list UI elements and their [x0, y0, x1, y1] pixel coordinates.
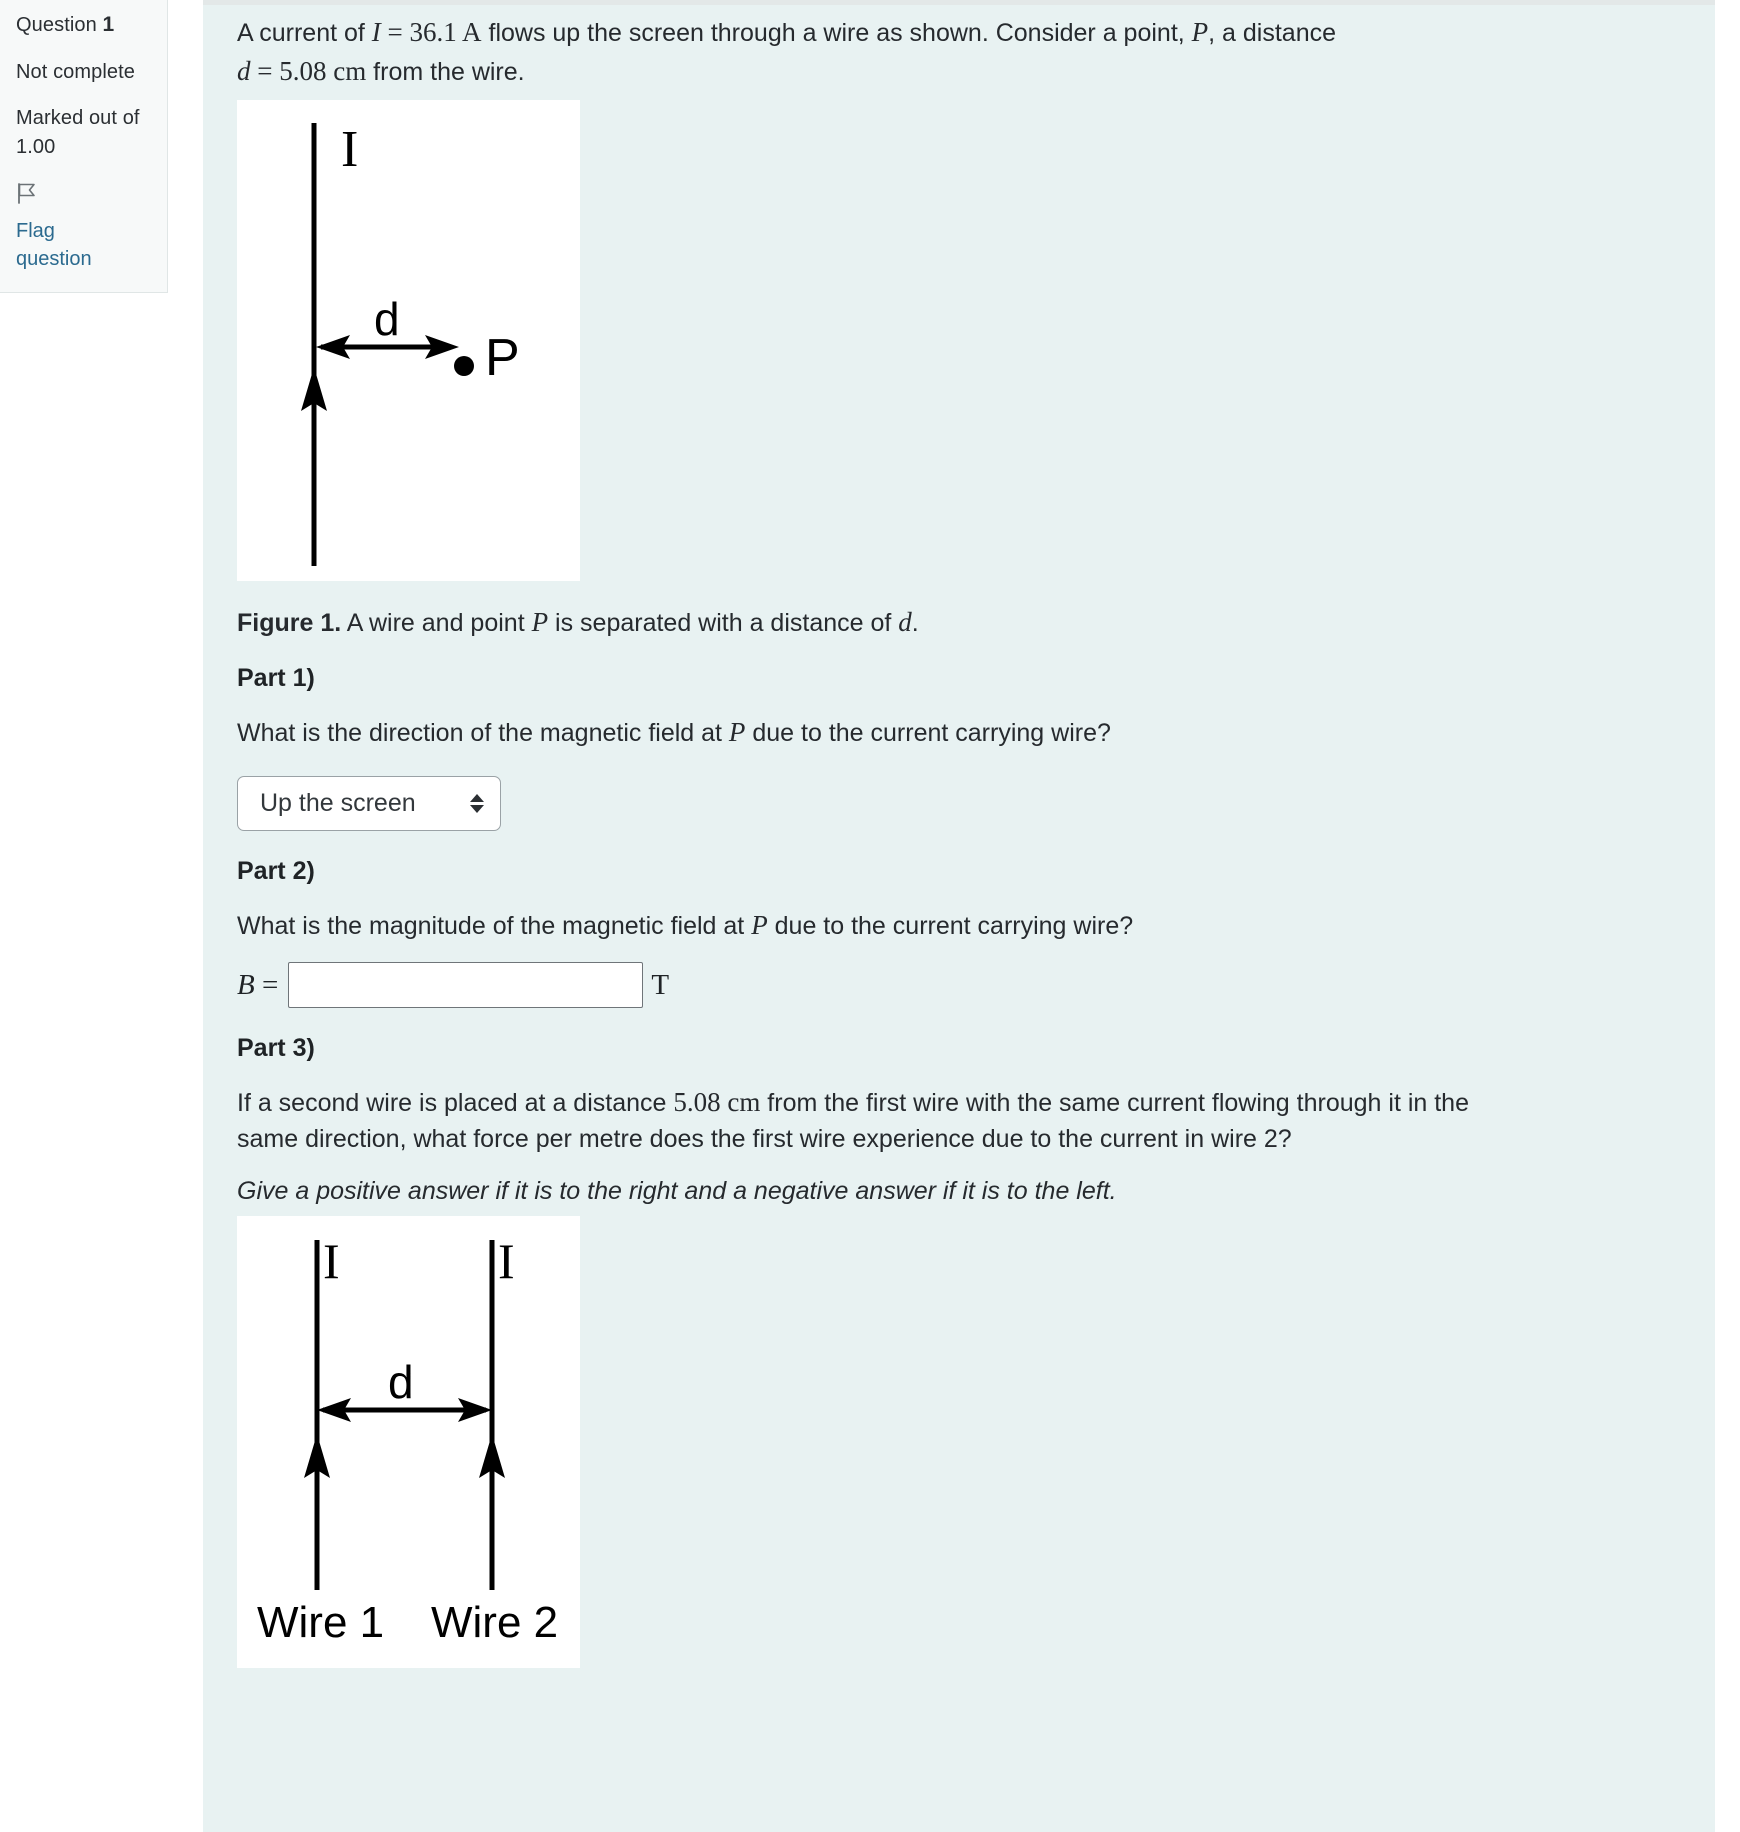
symbol-point-p: P — [1191, 17, 1209, 47]
right-gutter — [1715, 0, 1740, 1832]
magnetic-field-input[interactable] — [288, 962, 644, 1008]
statement-part-e: from the wire. — [366, 57, 525, 86]
part-2-prompt-p: P — [751, 909, 768, 940]
direction-select-value: Up the screen — [260, 788, 416, 817]
figure-1-caption-c: . — [911, 609, 919, 637]
figure-1-caption-b: is separated with a distance of — [548, 609, 899, 637]
direction-select[interactable]: Up the screen — [237, 775, 501, 831]
marks-label: Marked out of — [16, 107, 140, 130]
part-2-prompt-a: What is the magnitude of the magnetic fi… — [237, 911, 752, 940]
magnetic-field-unit: T — [651, 968, 670, 1001]
figure-2: I I d Wire 1 Wire 2 — [237, 1216, 580, 1668]
question-label: Question — [16, 14, 97, 36]
part-3-distance-value: 5.08 — [673, 1087, 721, 1117]
figure-1-distance-label: d — [374, 293, 400, 345]
question-info-box: Question 1 Not complete Marked out of 1.… — [0, 0, 168, 293]
statement-part-c: , a distance — [1208, 19, 1337, 47]
figure-1-current-label: I — [341, 121, 359, 178]
part-1-prompt-p: P — [728, 717, 746, 747]
figure-1-caption: Figure 1. A wire and point P is separate… — [237, 607, 1685, 638]
part-3-heading: Part 3) — [237, 1034, 315, 1062]
chevron-down-icon — [470, 804, 484, 813]
figure-1: I d P — [237, 100, 580, 581]
question-number: 1 — [102, 13, 115, 36]
part-2-answer-row: B = T — [237, 962, 1685, 1008]
flag-question-control[interactable]: Flag question — [16, 179, 151, 274]
part-2-prompt-b: due to the current carrying wire? — [767, 911, 1134, 940]
distance-value: 5.08 — [279, 55, 327, 86]
chevron-up-icon — [470, 793, 484, 802]
part-2-prompt: What is the magnitude of the magnetic fi… — [237, 906, 1427, 945]
marks-value: 1.00 — [16, 135, 56, 158]
question-marks: Marked out of 1.00 — [16, 104, 151, 161]
question-info-column: Question 1 Not complete Marked out of 1.… — [0, 0, 168, 293]
left-gutter — [168, 0, 203, 1832]
part-1-heading: Part 1) — [237, 664, 315, 692]
part-3-prompt-a: If a second wire is placed at a distance — [237, 1089, 674, 1117]
figure-1-caption-d: d — [898, 607, 912, 637]
figure-2-wire2-label: Wire 2 — [431, 1598, 559, 1647]
figure-1-caption-bold: Figure 1. — [237, 609, 342, 637]
part-1-prompt-b: due to the current carrying wire? — [745, 719, 1111, 747]
figure-1-caption-p: P — [531, 607, 549, 637]
figure-2-distance-label: d — [388, 1356, 414, 1408]
part-1-prompt-a: What is the direction of the magnetic fi… — [237, 719, 729, 747]
flag-icon — [16, 182, 38, 210]
flag-label-line2: question — [16, 248, 92, 271]
figure-2-current-label-2: I — [498, 1233, 515, 1289]
question-content: A current of I = 36.1 A flows up the scr… — [203, 5, 1715, 1832]
field-label-b-var: B — [237, 968, 255, 1001]
symbol-distance: d — [237, 55, 251, 86]
current-value: 36.1 — [409, 17, 457, 47]
part-3-prompt: If a second wire is placed at a distance… — [237, 1083, 1477, 1157]
figure-2-current-label-1: I — [323, 1233, 340, 1289]
part-2-heading: Part 2) — [237, 856, 315, 885]
distance-equals: = — [250, 55, 280, 86]
chevron-updown-icon — [470, 793, 484, 813]
figure-2-wire1-label: Wire 1 — [257, 1598, 385, 1647]
field-label-b: B = — [237, 969, 278, 1002]
field-label-b-eq: = — [254, 968, 279, 1001]
flag-label-line1: Flag — [16, 219, 55, 242]
quiz-page: Question 1 Not complete Marked out of 1.… — [0, 0, 1740, 1832]
part-1-prompt: What is the direction of the magnetic fi… — [237, 713, 1427, 752]
distance-unit: cm — [326, 55, 367, 86]
statement-part-a: A current of — [237, 19, 372, 47]
question-statement: A current of I = 36.1 A flows up the scr… — [237, 13, 1477, 90]
flag-question-link[interactable]: Flag question — [16, 217, 126, 274]
symbol-current: I — [371, 17, 381, 47]
part-3-distance-unit: cm — [720, 1087, 761, 1117]
question-number-line: Question 1 — [16, 10, 151, 40]
figure-1-diagram — [301, 123, 474, 566]
part-3-note: Give a positive answer if it is to the r… — [237, 1177, 1117, 1205]
statement-part-b: flows up the screen through a wire as sh… — [481, 19, 1192, 47]
equals-sign: = — [380, 17, 410, 47]
question-status: Not complete — [16, 60, 136, 83]
figure-1-caption-a: A wire and point — [341, 609, 532, 637]
figure-1-point-label: P — [485, 329, 520, 387]
current-unit: A — [456, 17, 482, 47]
